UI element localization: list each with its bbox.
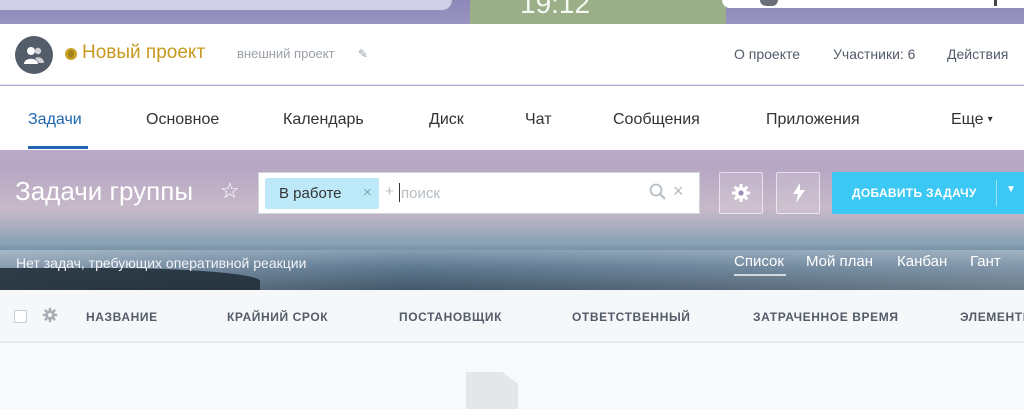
filter-chip[interactable]: В работе × [265, 178, 379, 209]
project-title[interactable]: Новый проект [82, 42, 205, 64]
view-my-plan[interactable]: Мой план [806, 253, 873, 270]
add-task-label: ДОБАВИТЬ ЗАДАЧУ [852, 186, 977, 200]
page-title: Задачи группы [15, 176, 194, 206]
active-view-indicator [734, 274, 786, 276]
chevron-down-icon[interactable]: ▼ [1006, 184, 1016, 195]
lightning-icon [793, 183, 805, 203]
add-task-button[interactable]: ДОБАВИТЬ ЗАДАЧУ ▼ [832, 172, 1024, 214]
project-type: внешний проект [237, 46, 335, 61]
clock-time: 19:12 [520, 0, 591, 19]
text-caret [399, 183, 400, 202]
view-gantt[interactable]: Гант [970, 253, 1001, 270]
view-kanban[interactable]: Канбан [897, 253, 947, 270]
tab-main[interactable]: Основное [146, 111, 219, 129]
settings-button[interactable] [719, 172, 763, 214]
column-elements[interactable]: ЭЛЕМЕНТЫ [960, 310, 1024, 324]
column-creator[interactable]: ПОСТАНОВЩИК [399, 310, 502, 324]
members-link[interactable]: Участники: 6 [833, 46, 915, 62]
group-users-icon [24, 47, 44, 64]
top-strip: 19:12 [0, 0, 1024, 24]
gear-icon [732, 184, 750, 202]
filter-chip-label: В работе [279, 185, 342, 202]
add-filter-icon[interactable]: + [385, 183, 394, 200]
add-button-divider [996, 180, 997, 206]
group-avatar[interactable] [15, 36, 53, 74]
pencil-icon[interactable]: ✎ [358, 47, 368, 61]
actions-link[interactable]: Действия [947, 46, 1008, 62]
column-settings-icon[interactable] [42, 307, 58, 323]
about-project-link[interactable]: О проекте [734, 46, 800, 62]
tab-disk[interactable]: Диск [429, 111, 464, 129]
select-all-checkbox[interactable] [14, 310, 27, 323]
clock-widget [470, 0, 726, 24]
tab-applications[interactable]: Приложения [766, 111, 860, 129]
tab-messages[interactable]: Сообщения [613, 111, 700, 129]
tab-more-label: Еще [951, 111, 984, 128]
star-icon[interactable]: ☆ [220, 178, 240, 204]
search-icon[interactable] [649, 183, 667, 201]
column-responsible[interactable]: ОТВЕТСТВЕННЫЙ [572, 310, 691, 324]
clear-search-icon[interactable]: × [673, 181, 684, 202]
column-name[interactable]: НАЗВАНИЕ [86, 310, 158, 324]
globe-icon [65, 48, 77, 60]
project-tabs: Задачи Основное Календарь Диск Чат Сообщ… [0, 86, 1024, 150]
tab-more[interactable]: Еще ▾ [951, 111, 993, 129]
chevron-down-icon: ▾ [987, 114, 993, 125]
quick-actions-button[interactable] [776, 172, 820, 214]
no-urgent-tasks-notice: Нет задач, требующих оперативной реакции [16, 255, 307, 271]
column-deadline[interactable]: КРАЙНИЙ СРОК [227, 310, 328, 324]
tab-chat[interactable]: Чат [525, 111, 552, 129]
view-list[interactable]: Список [734, 253, 784, 270]
top-right-mark [994, 0, 997, 6]
column-time-spent[interactable]: ЗАТРАЧЕННОЕ ВРЕМЯ [753, 310, 899, 324]
top-left-widget [0, 0, 452, 10]
tab-calendar[interactable]: Календарь [283, 111, 364, 129]
project-header: Новый проект внешний проект ✎ О проекте … [0, 24, 1024, 85]
tab-tasks[interactable]: Задачи [28, 111, 82, 129]
active-tab-indicator [28, 146, 88, 149]
filter-search-box[interactable]: В работе × + × [258, 172, 700, 214]
search-input[interactable] [401, 182, 641, 204]
chip-close-icon[interactable]: × [363, 184, 372, 201]
table-header: НАЗВАНИЕ КРАЙНИЙ СРОК ПОСТАНОВЩИК ОТВЕТС… [0, 290, 1024, 342]
